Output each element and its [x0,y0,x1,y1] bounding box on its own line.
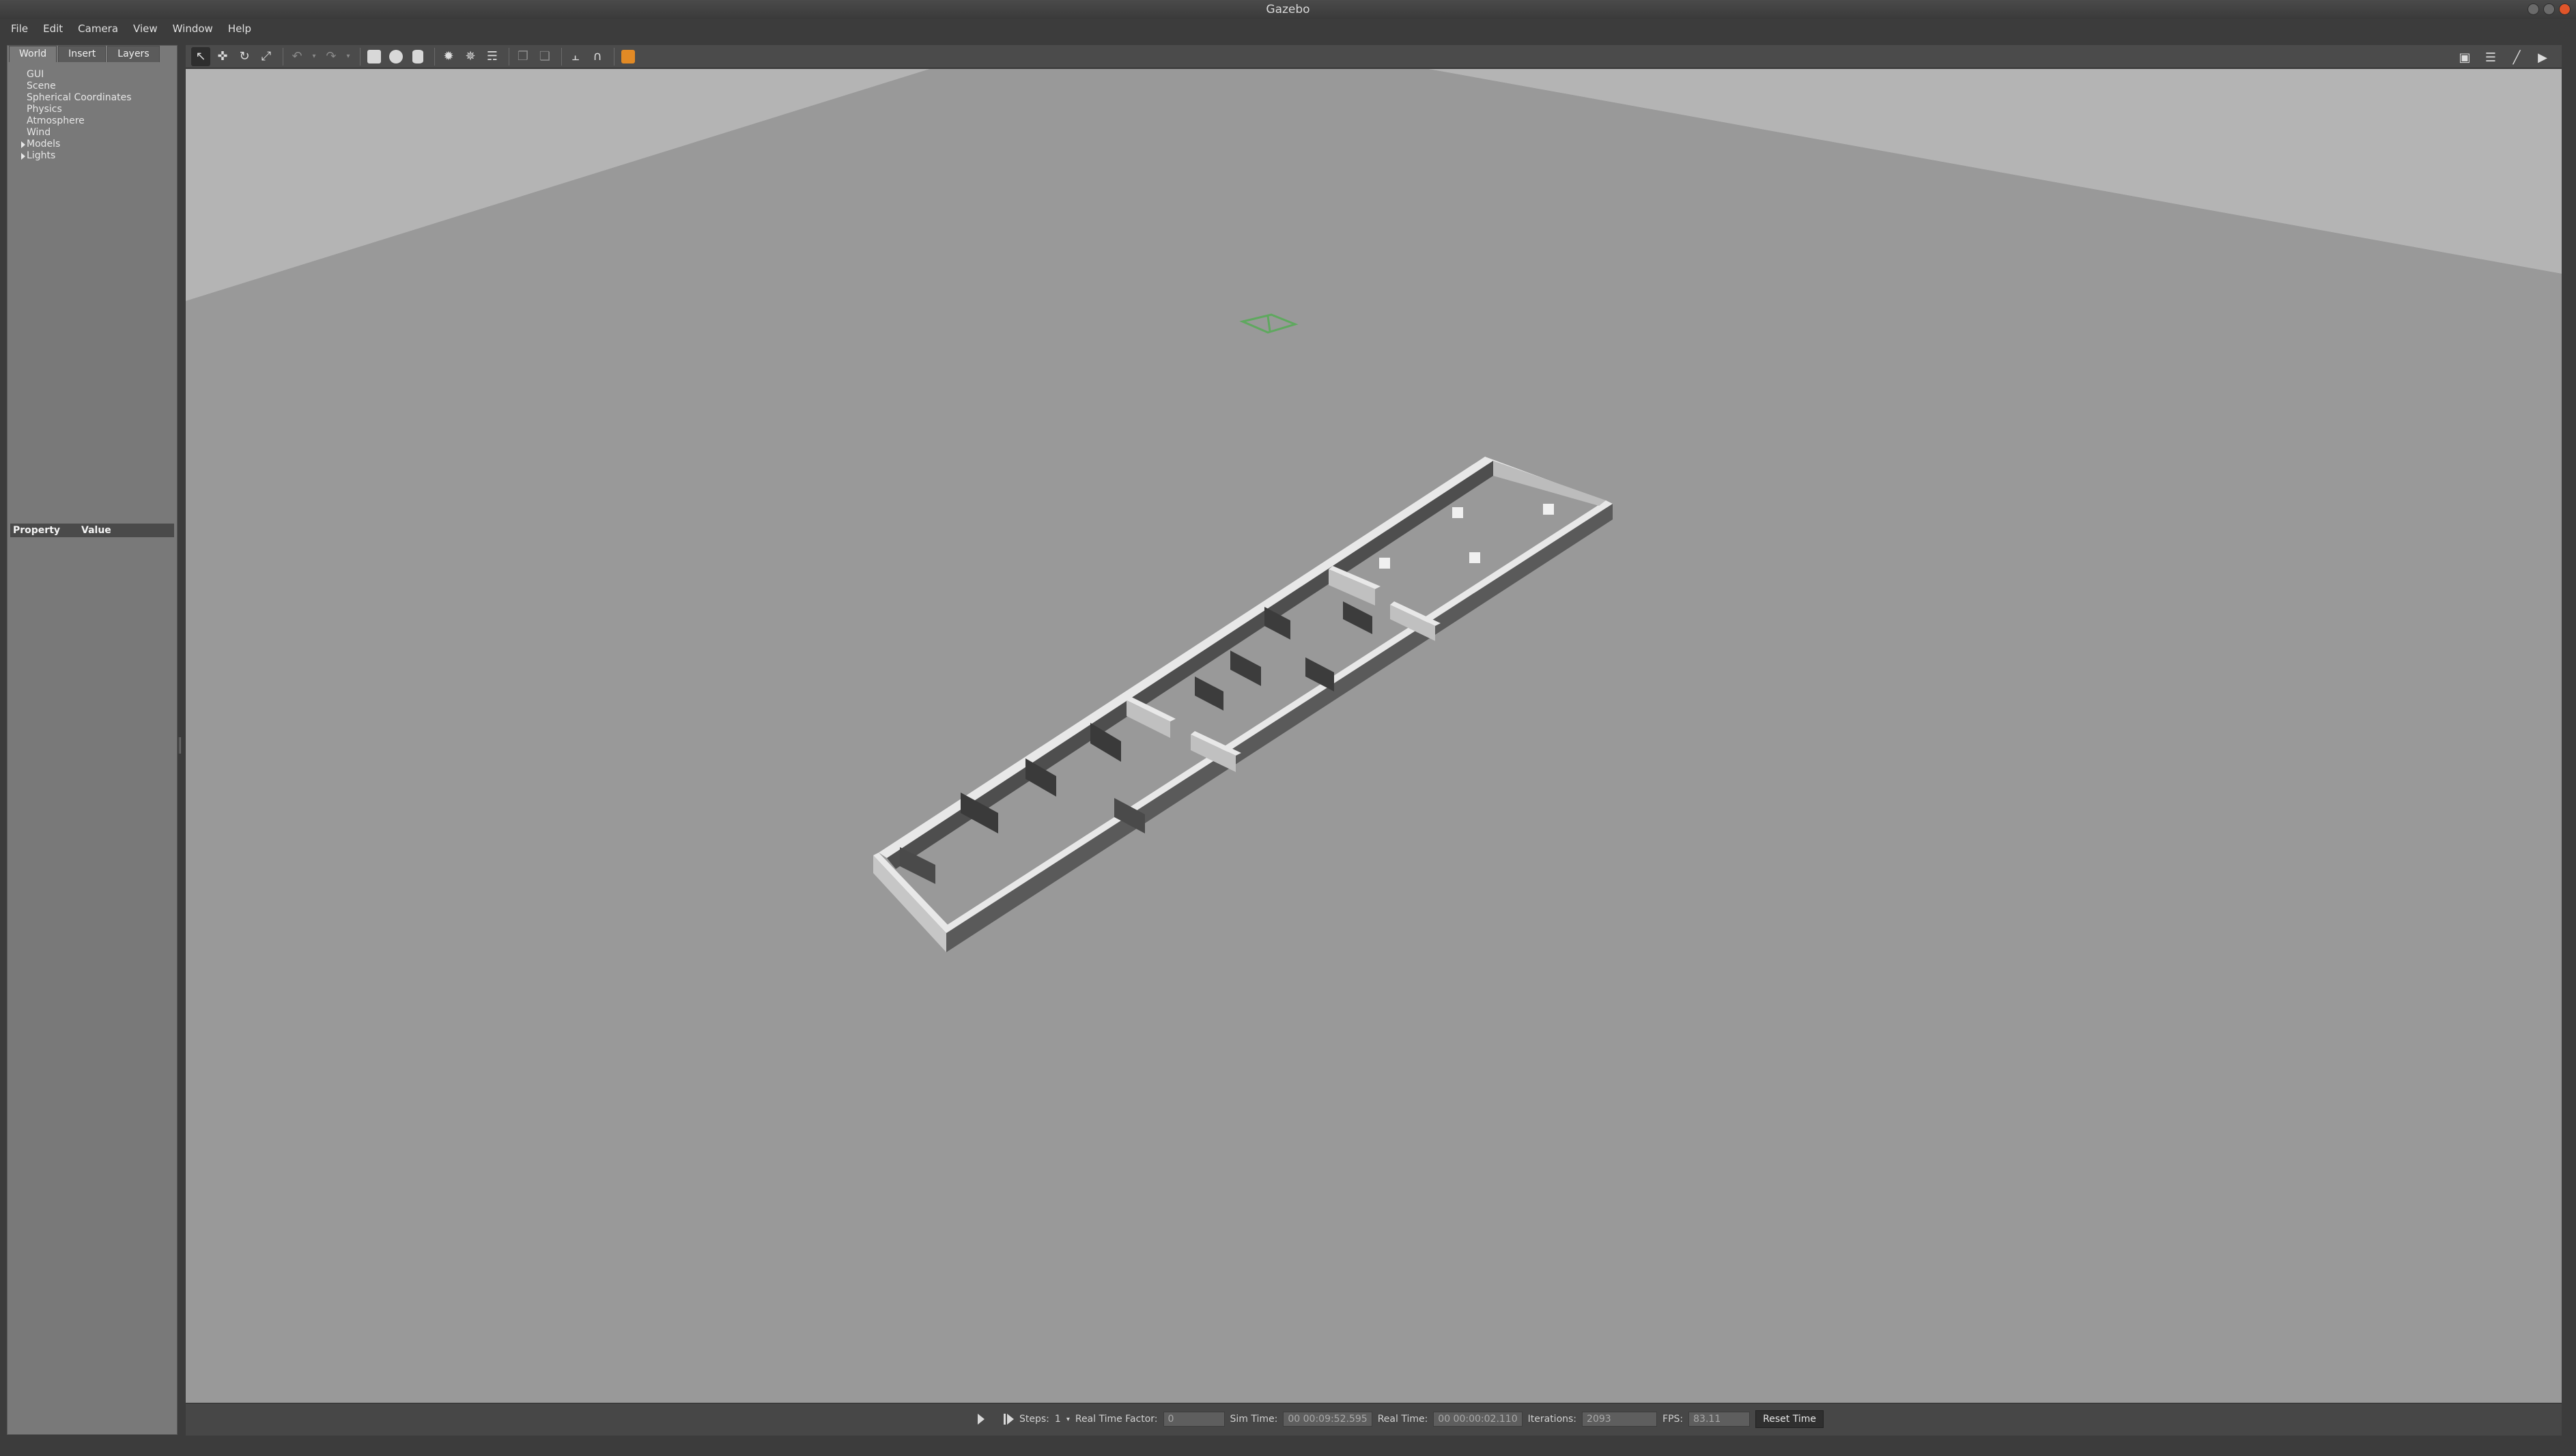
chevron-down-icon[interactable]: ▾ [1066,1416,1070,1423]
menu-window[interactable]: Window [167,21,218,36]
minimize-window-button[interactable] [2528,3,2539,15]
screenshot-icon[interactable]: ▣ [2455,48,2474,67]
real-time-factor-label: Real Time Factor: [1075,1414,1158,1425]
tree-item-gui[interactable]: GUI [12,69,173,81]
tree-item-label: Lights [27,150,56,161]
property-table-header: Property Value [10,524,174,537]
play-icon[interactable] [978,1414,985,1425]
select-mode-icon[interactable]: ↖ [191,46,210,66]
cylinder-shape-icon[interactable] [408,47,427,66]
window-title: Gazebo [1266,3,1310,16]
sim-time-label: Sim Time: [1230,1414,1278,1425]
fps-label: FPS: [1662,1414,1684,1425]
snap-icon[interactable]: ∩ [588,47,607,66]
tree-item-label: Models [27,139,61,149]
toolbar: ↖ ✜ ↻ ⤢ ↶ ▾ ↷ ▾ ✹ ✵ ☴ ❐ ❏ ⫠ ∩ ▣ ☰ ╱ ▶ [186,45,2562,68]
tree-item-physics[interactable]: Physics [12,104,173,115]
property-column-header: Property [13,525,61,536]
menu-edit[interactable]: Edit [38,21,68,36]
scene-3d-viewport[interactable] [186,69,2562,1403]
scene-render [186,69,2562,1403]
real-time-factor-field: 0 [1163,1412,1225,1427]
rotate-mode-icon[interactable]: ↻ [235,47,254,66]
scale-mode-icon[interactable]: ⤢ [257,47,276,66]
left-panel-tabs: World Insert Layers [9,46,160,62]
tree-item-lights[interactable]: Lights [12,150,173,162]
directional-light-icon[interactable]: ☴ [483,47,502,66]
tree-item-spherical-coordinates[interactable]: Spherical Coordinates [12,92,173,104]
world-tree: GUI Scene Spherical Coordinates Physics … [8,66,177,165]
undo-history-dropdown-icon[interactable]: ▾ [309,47,319,66]
tab-world[interactable]: World [9,46,57,62]
value-column-header: Value [81,525,111,536]
real-time-label: Real Time: [1377,1414,1428,1425]
menu-help[interactable]: Help [223,21,257,36]
point-light-icon[interactable]: ✹ [439,47,458,66]
expand-arrow-icon[interactable] [21,141,25,148]
expand-arrow-icon[interactable] [21,153,25,160]
ground-plane [186,69,2562,1403]
redo-history-dropdown-icon[interactable]: ▾ [343,47,353,66]
paste-icon[interactable]: ❏ [535,47,554,66]
undo-icon[interactable]: ↶ [287,47,307,66]
spot-light-icon[interactable]: ✵ [461,47,480,66]
menu-file[interactable]: File [5,21,33,36]
menubar: File Edit Camera View Window Help [0,19,2576,38]
tree-item-wind[interactable]: Wind [12,127,173,139]
step-icon[interactable] [1004,1414,1014,1425]
record-video-icon[interactable]: ▶ [2533,48,2552,67]
log-icon[interactable]: ☰ [2481,48,2500,67]
box-shape-icon[interactable] [365,47,384,66]
iterations-label: Iterations: [1527,1414,1577,1425]
real-time-field: 00 00:00:02.110 [1433,1412,1523,1427]
toolbar-separator [434,47,435,66]
align-icon[interactable]: ⫠ [566,47,585,66]
translate-mode-icon[interactable]: ✜ [213,47,232,66]
left-panel: World Insert Layers GUI Scene Spherical … [7,45,178,1435]
menu-view[interactable]: View [128,21,163,36]
change-view-icon[interactable] [619,47,638,66]
redo-icon[interactable]: ↷ [322,47,341,66]
plot-icon[interactable]: ╱ [2507,48,2526,67]
tab-insert[interactable]: Insert [58,46,107,62]
sim-time-field: 00 00:09:52.595 [1283,1412,1372,1427]
tree-item-atmosphere[interactable]: Atmosphere [12,115,173,127]
steps-label: Steps: [1019,1414,1049,1425]
toolbar-separator [561,47,562,66]
reset-time-button[interactable]: Reset Time [1755,1410,1824,1428]
menu-camera[interactable]: Camera [72,21,124,36]
tree-item-models[interactable]: Models [12,139,173,150]
iterations-field: 2093 [1582,1412,1658,1427]
steps-spinbox[interactable]: 1 [1055,1414,1061,1425]
copy-icon[interactable]: ❐ [513,47,533,66]
maximize-window-button[interactable] [2543,3,2555,15]
tab-layers[interactable]: Layers [107,46,160,62]
panel-splitter-handle[interactable] [179,737,181,754]
tree-item-scene[interactable]: Scene [12,81,173,92]
close-window-button[interactable] [2559,3,2571,15]
window-titlebar: Gazebo [0,0,2576,19]
status-bar: Steps: 1 ▾ Real Time Factor: 0 Sim Time:… [186,1403,2562,1436]
fps-field: 83.11 [1688,1412,1751,1427]
sphere-shape-icon[interactable] [386,47,406,66]
